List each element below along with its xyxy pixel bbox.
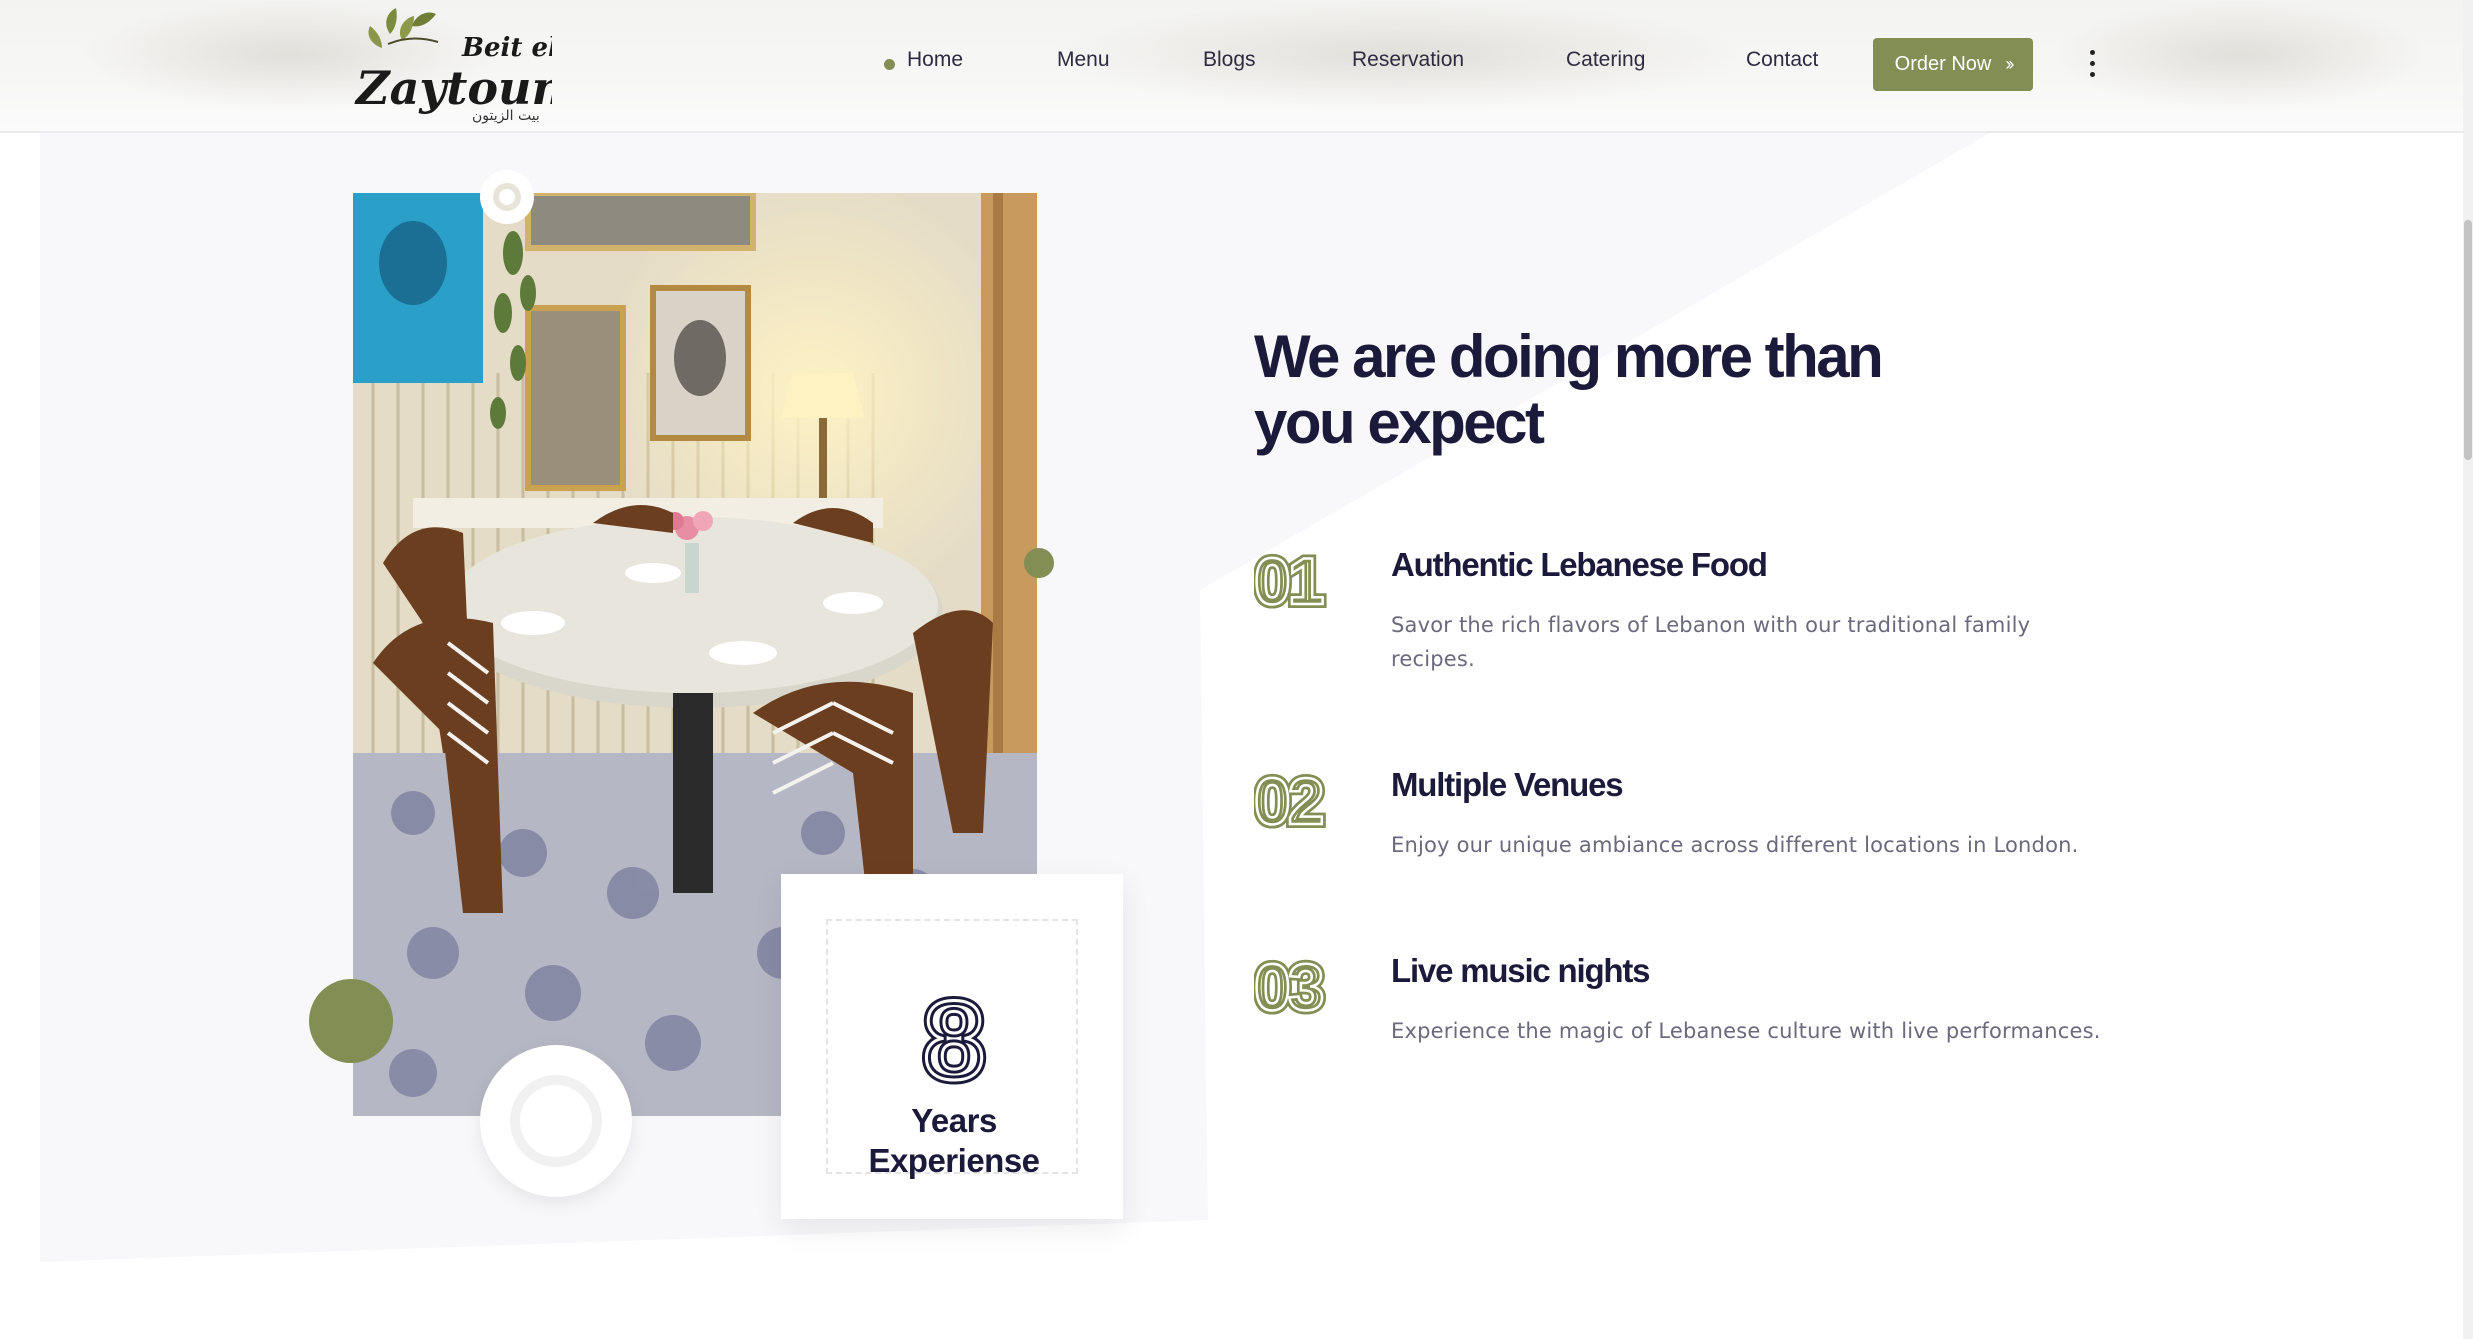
page-scrollbar[interactable]: [2463, 0, 2473, 1339]
active-indicator-dot: [884, 59, 895, 70]
feature-title: Authentic Lebanese Food: [1391, 546, 1768, 583]
svg-text:03: 03: [1254, 952, 1323, 1022]
feature-description: Enjoy our unique ambiance across differe…: [1391, 833, 2079, 857]
experience-label: Years Experiense: [868, 1102, 1040, 1179]
nav-item-reservation[interactable]: Reservation: [1352, 48, 1464, 72]
feature-title: Multiple Venues: [1391, 766, 1624, 803]
scrollbar-thumb[interactable]: [2464, 220, 2472, 460]
nav-item-home[interactable]: Home: [907, 48, 963, 72]
experience-card: 8 8 Years Experiense: [781, 874, 1123, 1219]
feature-title: Live music nights: [1391, 952, 1651, 989]
decorative-dot-small: [1024, 548, 1054, 578]
nav-item-contact[interactable]: Contact: [1746, 48, 1818, 72]
svg-text:8: 8: [923, 989, 985, 1089]
feature-description: Experience the magic of Lebanese culture…: [1391, 1019, 2101, 1043]
brand-logo[interactable]: Beit el Zaytoun بيت الزيتون: [352, 4, 552, 130]
decorative-dot-large: [309, 979, 393, 1063]
experience-card-frame: 8 8 Years Experiense: [826, 919, 1078, 1179]
feature-description: Savor the rich flavors of Lebanon with o…: [1391, 613, 2031, 671]
nav-item-catering[interactable]: Catering: [1566, 48, 1645, 72]
decorative-ring-large: [480, 1045, 632, 1197]
svg-text:01: 01: [1254, 546, 1323, 616]
double-chevron-right-icon: ››: [2005, 54, 2014, 74]
nav-item-menu[interactable]: Menu: [1057, 48, 1110, 72]
svg-text:02: 02: [1254, 766, 1323, 836]
feature-number: 01 01: [1254, 546, 1330, 616]
logo-line1: Beit el: [461, 33, 552, 63]
logo-arabic: بيت الزيتون: [472, 108, 540, 124]
site-header: Beit el Zaytoun بيت الزيتون Home Menu Bl…: [0, 0, 2473, 133]
logo-line2: Zaytoun: [354, 61, 552, 115]
experience-number: 8 8: [918, 989, 989, 1089]
feature-number: 02 02: [1254, 766, 1330, 836]
order-now-button[interactable]: Order Now ››: [1873, 38, 2033, 91]
section-heading: We are doing more than you expect: [1254, 323, 1884, 456]
order-now-label: Order Now: [1894, 53, 1992, 75]
feature-number: 03 03: [1254, 952, 1330, 1022]
kebab-vertical-icon[interactable]: [2083, 50, 2101, 82]
nav-item-blogs[interactable]: Blogs: [1203, 48, 1256, 72]
decorative-ring-small: [480, 170, 534, 224]
